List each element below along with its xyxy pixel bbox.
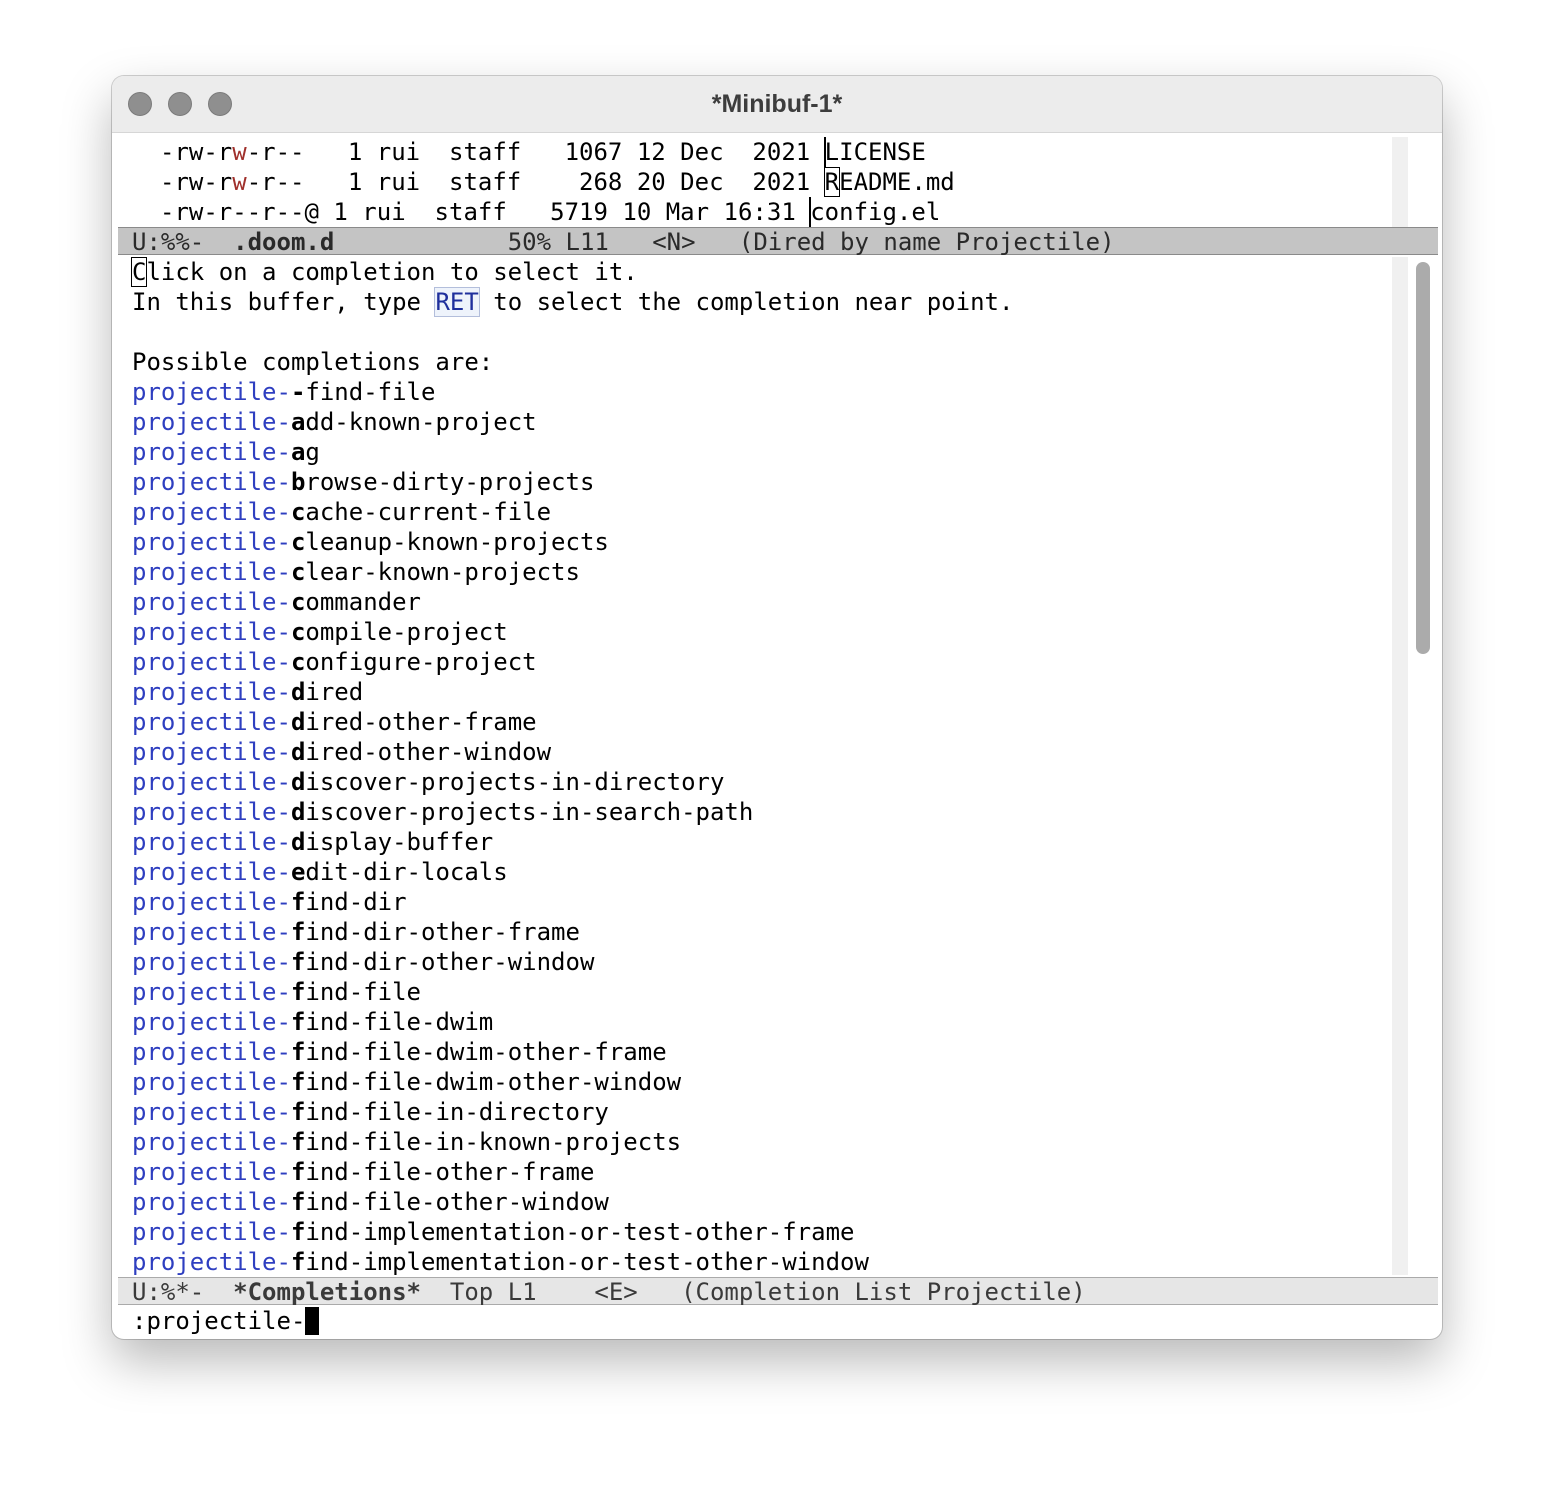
minibuffer[interactable]: :projectile-	[132, 1306, 320, 1336]
completion-item[interactable]: projectile-find-implementation-or-test-o…	[132, 1217, 854, 1247]
completions-scroll-track	[1392, 257, 1408, 1275]
completion-item[interactable]: projectile-discover-projects-in-search-p…	[132, 797, 753, 827]
mode-line-buffer-name[interactable]: *Completions*	[233, 1278, 421, 1306]
mode-line-info: 50% L11 <N> (Dired by name Projectile)	[334, 228, 1115, 256]
completion-item[interactable]: projectile-find-file-other-frame	[132, 1157, 594, 1187]
completion-item[interactable]: projectile-find-file-dwim-other-frame	[132, 1037, 667, 1067]
mode-line-status: U:%*-	[132, 1278, 234, 1306]
completion-item[interactable]: projectile-dired-other-window	[132, 737, 551, 767]
title-bar: *Minibuf-1*	[112, 76, 1442, 133]
mode-line-buffer-name[interactable]: .doom.d	[233, 228, 334, 256]
completion-item[interactable]: projectile-ag	[132, 437, 320, 467]
completion-item[interactable]: projectile-cache-current-file	[132, 497, 551, 527]
mode-line-status: U:%%-	[132, 228, 234, 256]
dired-file-line[interactable]: -rw-rw-r-- 1 rui staff 1067 12 Dec 2021 …	[160, 137, 926, 167]
text-cursor	[305, 1306, 320, 1335]
completion-item[interactable]: projectile-clear-known-projects	[132, 557, 580, 587]
dired-file-name: LICENSE	[824, 138, 926, 166]
dired-file-line[interactable]: -rw-rw-r-- 1 rui staff 268 20 Dec 2021 R…	[160, 167, 955, 197]
completion-item[interactable]: projectile-commander	[132, 587, 421, 617]
completion-item[interactable]: projectile-find-file-dwim	[132, 1007, 493, 1037]
dired-scrollbar[interactable]	[1392, 137, 1408, 227]
point-cursor: C	[130, 257, 148, 287]
completion-item[interactable]: projectile-edit-dir-locals	[132, 857, 508, 887]
completion-item[interactable]: projectile-find-implementation-or-test-o…	[132, 1247, 869, 1277]
dired-file-line[interactable]: -rw-r--r--@ 1 rui staff 5719 10 Mar 16:3…	[160, 197, 940, 227]
completion-item[interactable]: projectile-find-file-other-window	[132, 1187, 609, 1217]
dired-file-name: config.el	[810, 198, 941, 226]
emacs-window: *Minibuf-1* -rw-rw-r-- 1 rui staff 1067 …	[112, 76, 1442, 1339]
completion-item[interactable]: projectile-display-buffer	[132, 827, 493, 857]
dired-file-name: EADME.md	[839, 168, 955, 196]
completion-item[interactable]: projectile-find-file	[132, 977, 421, 1007]
completion-item[interactable]: projectile-browse-dirty-projects	[132, 467, 594, 497]
help-line-1: Click on a completion to select it.	[130, 257, 638, 287]
completion-item[interactable]: projectile-discover-projects-in-director…	[132, 767, 724, 797]
completion-item[interactable]: projectile-find-file-dwim-other-window	[132, 1067, 681, 1097]
mode-line-info: Top L1 <E> (Completion List Projectile)	[421, 1278, 1086, 1306]
help-line-2: In this buffer, type RET to select the c…	[132, 287, 1014, 317]
completion-item[interactable]: projectile-find-dir	[132, 887, 407, 917]
completion-item[interactable]: projectile-cleanup-known-projects	[132, 527, 609, 557]
completion-item[interactable]: projectile-find-dir-other-frame	[132, 917, 580, 947]
possible-completions-heading: Possible completions are:	[132, 348, 494, 376]
ret-key: RET	[434, 287, 480, 317]
completion-item[interactable]: projectile-dired	[132, 677, 363, 707]
minibuffer-input[interactable]: :projectile-	[132, 1307, 305, 1335]
completion-item[interactable]: projectile--find-file	[132, 377, 435, 407]
mode-line-dired: U:%%- .doom.d 50% L11 <N> (Dired by name…	[118, 227, 1438, 256]
completion-item[interactable]: projectile-configure-project	[132, 647, 537, 677]
completion-item[interactable]: projectile-add-known-project	[132, 407, 537, 437]
completion-item[interactable]: projectile-find-file-in-directory	[132, 1097, 609, 1127]
completions-scrollbar-thumb[interactable]	[1416, 262, 1430, 654]
completion-item[interactable]: projectile-compile-project	[132, 617, 508, 647]
window-title: *Minibuf-1*	[711, 90, 843, 118]
completion-item[interactable]: projectile-dired-other-frame	[132, 707, 537, 737]
completion-item[interactable]: projectile-find-dir-other-window	[132, 947, 594, 977]
mode-line-completions: U:%*- *Completions* Top L1 <E> (Completi…	[118, 1277, 1438, 1306]
completion-item[interactable]: projectile-find-file-in-known-projects	[132, 1127, 681, 1157]
